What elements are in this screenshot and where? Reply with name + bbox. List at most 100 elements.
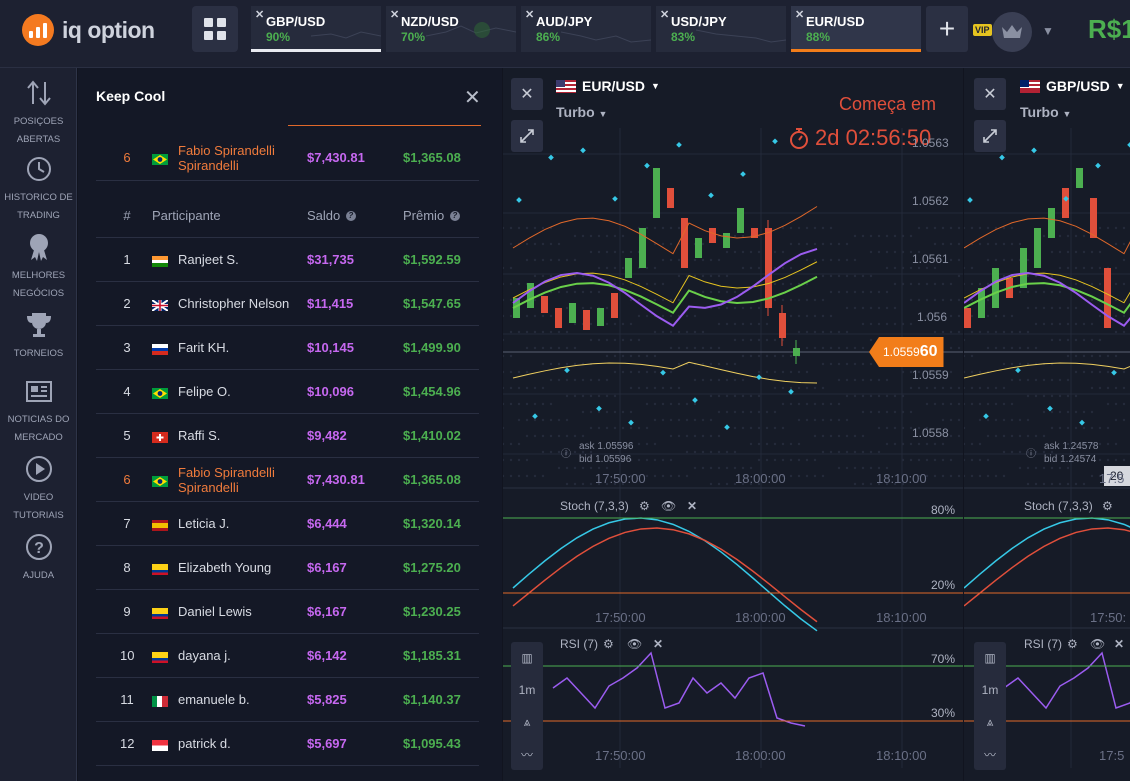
gear-icon[interactable]: ⚙ (603, 637, 614, 651)
iq-option-logo[interactable]: iq option (22, 14, 155, 46)
indicators-icon[interactable]: 〰 (511, 738, 543, 770)
timeframe-button[interactable]: 1m (974, 674, 1006, 706)
indicators-icon[interactable]: 〰 (974, 738, 1006, 770)
map-dot (877, 250, 881, 254)
add-asset-button[interactable]: + (926, 6, 968, 52)
asset-grid-button[interactable] (192, 6, 238, 52)
asset-tab-audjpy[interactable]: ✕ AUD/JPY 86% (521, 6, 651, 52)
candle (793, 348, 800, 356)
close-icon[interactable]: ✕ (653, 637, 663, 651)
chart-canvas[interactable] (503, 68, 963, 781)
sidebar-item-open-positions[interactable]: POSIÇOES ABERTAS (0, 78, 77, 147)
tab-close-icon[interactable]: ✕ (255, 8, 264, 21)
flag-gb-icon (151, 299, 169, 312)
table-row[interactable]: 11 emanuele b. $5,825 $1,140.37 (96, 678, 479, 722)
chart-gbpusd[interactable]: ✕ GBP/USD ▼ Turbo ▼ ⓘ ask 1.24578 bid 1.… (964, 68, 1130, 781)
participant-name[interactable]: Leticia J. (178, 502, 323, 546)
map-dot (669, 474, 673, 478)
asset-tab-nzdusd[interactable]: ✕ NZD/USD 70% (386, 6, 516, 52)
mode-selector[interactable]: Turbo ▼ (1020, 104, 1071, 120)
candles-icon[interactable]: ▥ (974, 642, 1006, 674)
map-dot (749, 442, 753, 446)
timeframe-button[interactable]: 1m (511, 674, 543, 706)
participant-name[interactable]: Fabio Spirandelli Spirandelli (178, 143, 323, 173)
table-row[interactable]: 4 Felipe O. $10,096 $1,454.96 (96, 370, 479, 414)
gear-icon[interactable]: ⚙ (1102, 499, 1113, 513)
map-dot (717, 450, 721, 454)
fullscreen-button[interactable] (511, 120, 543, 152)
asset-tab-eurusd[interactable]: ✕ EUR/USD 88% (791, 6, 921, 52)
table-row[interactable]: 12 patrick d. $5,697 $1,095.43 (96, 722, 479, 766)
close-chart-button[interactable]: ✕ (974, 78, 1006, 110)
map-dot (749, 266, 753, 270)
tab-close-icon[interactable]: ✕ (525, 8, 534, 21)
time-label: 17:50:00 (595, 471, 646, 486)
table-row[interactable]: 9 Daniel Lewis $6,167 $1,230.25 (96, 590, 479, 634)
participant-name[interactable]: Felipe O. (178, 370, 323, 414)
tab-close-icon[interactable]: ✕ (390, 8, 399, 21)
fullscreen-button[interactable] (974, 120, 1006, 152)
participant-name[interactable]: patrick d. (178, 722, 323, 766)
map-dot (813, 418, 817, 422)
account-button[interactable] (992, 12, 1032, 52)
gear-icon[interactable]: ⚙ (639, 499, 650, 513)
map-dot (1018, 330, 1022, 334)
info-icon[interactable]: ? (449, 211, 460, 221)
table-row[interactable]: 2 Christopher Nelson $11,415 $1,547.65 (96, 282, 479, 326)
gear-icon[interactable]: ⚙ (1067, 637, 1078, 651)
tab-close-icon[interactable]: ✕ (660, 8, 669, 21)
table-row[interactable]: 3 Farit KH. $10,145 $1,499.90 (96, 326, 479, 370)
account-balance[interactable]: R$1 (1088, 14, 1130, 45)
eye-icon[interactable]: 👁 (1090, 637, 1105, 651)
asset-tab-usdjpy[interactable]: ✕ USD/JPY 83% (656, 6, 786, 52)
help-icon[interactable]: ⓘ (1026, 448, 1036, 461)
price-label: 1.0563 (912, 136, 949, 150)
close-icon[interactable]: ✕ (687, 499, 697, 513)
sidebar-item-tournaments[interactable]: TORNEIOS (0, 310, 77, 361)
table-row[interactable]: 10 dayana j. $6,142 $1,185.31 (96, 634, 479, 678)
participant-name[interactable]: Christopher Nelson (178, 282, 323, 326)
sar-dot (564, 367, 570, 374)
table-row[interactable]: 6 Fabio Spirandelli Spirandelli $7,430.81 $… (96, 458, 479, 502)
table-row[interactable]: 8 Elizabeth Young $6,167 $1,275.20 (96, 546, 479, 590)
participant-name[interactable]: Daniel Lewis (178, 590, 323, 634)
sidebar-item-video-tutorials[interactable]: VIDEO TUTORIAIS (0, 454, 77, 523)
participant-name[interactable]: Raffi S. (178, 414, 323, 458)
chevron-down-icon[interactable]: ▼ (1042, 24, 1054, 38)
eye-icon[interactable]: 👁 (661, 499, 676, 513)
tab-close-icon[interactable]: ✕ (795, 8, 804, 21)
info-icon[interactable]: ? (345, 211, 356, 221)
help-icon[interactable]: ⓘ (561, 448, 571, 461)
sidebar-item-best-trades[interactable]: MELHORES NEGÓCIOS (0, 232, 77, 301)
table-row[interactable]: 1 Ranjeet S. $31,735 $1,592.59 (96, 238, 479, 282)
asset-selector[interactable]: EUR/USD ▼ (556, 78, 660, 94)
close-icon[interactable]: ✕ (1114, 637, 1124, 651)
draw-tool-icon[interactable]: ⩓ (511, 706, 543, 738)
map-dot (509, 298, 513, 302)
table-row[interactable]: 5 Raffi S. $9,482 $1,410.02 (96, 414, 479, 458)
asset-tab-gbpusd[interactable]: ✕ GBP/USD 90% (251, 6, 381, 52)
candles-icon[interactable]: ▥ (511, 642, 543, 674)
sidebar-item-market-news[interactable]: NOTICIAS DO MERCADO (0, 376, 77, 445)
asset-selector[interactable]: GBP/USD ▼ (1020, 78, 1125, 94)
mode-selector[interactable]: Turbo ▼ (556, 104, 607, 120)
eye-icon[interactable]: 👁 (627, 637, 642, 651)
chart-eurusd[interactable]: ✕ EUR/USD ▼ Turbo ▼ Começa em 2d 02:56:5… (503, 68, 963, 781)
map-dot (933, 282, 937, 286)
participant-name[interactable]: emanuele b. (178, 678, 323, 722)
sidebar-item-history[interactable]: HISTORICO DE TRADING (0, 154, 77, 223)
map-dot (909, 410, 913, 414)
participant-name[interactable]: Farit KH. (178, 326, 323, 370)
participant-name[interactable]: Fabio Spirandelli Spirandelli (178, 465, 323, 495)
close-chart-button[interactable]: ✕ (511, 78, 543, 110)
draw-tool-icon[interactable]: ⩓ (974, 706, 1006, 738)
map-dot (1050, 306, 1054, 310)
participant-balance: $10,096 (307, 384, 354, 399)
participant-name[interactable]: Elizabeth Young (178, 546, 323, 590)
table-row[interactable]: 7 Leticia J. $6,444 $1,320.14 (96, 502, 479, 546)
participant-name[interactable]: Ranjeet S. (178, 238, 323, 282)
map-dot (821, 226, 825, 230)
participant-name[interactable]: dayana j. (178, 634, 323, 678)
sidebar-item-help[interactable]: ? AJUDA (0, 532, 77, 583)
close-icon[interactable]: ✕ (464, 85, 481, 110)
